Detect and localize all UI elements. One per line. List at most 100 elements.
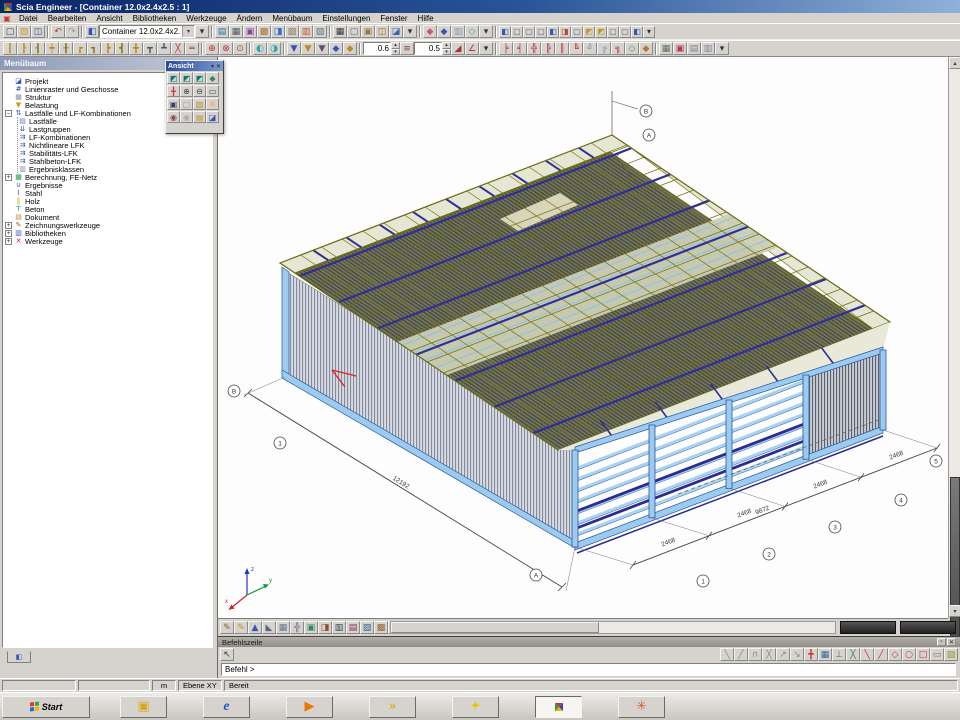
view-side-button[interactable]: ◩ (193, 72, 206, 84)
texture-view-button[interactable]: ▩ (374, 621, 388, 634)
gallery-button[interactable]: ▣ (361, 25, 375, 38)
print-data-button[interactable]: ▦ (229, 25, 243, 38)
mesh-view-button[interactable]: ╬ (290, 621, 304, 634)
light-button[interactable]: ☼ (206, 98, 219, 110)
redo-button[interactable]: ↷ (65, 25, 79, 38)
cut-button[interactable]: ◑ (267, 42, 281, 55)
close-panel-icon[interactable]: ✕ (947, 638, 956, 646)
snap-cross-button[interactable]: ╳ (762, 648, 776, 661)
palette-dropdown-icon[interactable]: ▾ (211, 63, 214, 70)
container-model[interactable]: 12192 2468 2468 2468 2468 9872 12345B1AB… (218, 57, 948, 618)
menu-menuebaum[interactable]: Menübaum (267, 14, 317, 23)
zoom-all-button[interactable]: ▣ (167, 98, 180, 110)
menu-fenster[interactable]: Fenster (375, 14, 412, 23)
new-button[interactable]: ▢ (3, 25, 17, 38)
collapse-icon[interactable]: − (5, 110, 12, 117)
taskbar-explorer-button[interactable]: ▣ (120, 696, 167, 718)
undo-button[interactable]: ↶ (51, 25, 65, 38)
load-display-7-button[interactable]: ╝ (583, 42, 597, 55)
pin-icon[interactable]: ▫ (937, 638, 946, 646)
snap-dir1-button[interactable]: ↗ (776, 648, 790, 661)
scroll-down-icon[interactable]: ▾ (949, 605, 960, 617)
combo-more-button[interactable]: ▾ (195, 25, 209, 38)
zoom-window-button[interactable]: ▭ (206, 85, 219, 97)
menu-tree-tab[interactable]: ◧ (7, 651, 31, 663)
taskbar-winamp-button[interactable]: ✦ (452, 696, 499, 718)
load-display-3-button[interactable]: ╬ (527, 42, 541, 55)
render-button[interactable]: ▨ (193, 98, 206, 110)
view-window-12-button[interactable]: ◧ (631, 26, 643, 38)
load-display-4-button[interactable]: ╠ (541, 42, 555, 55)
copy-button[interactable]: ◨ (271, 25, 285, 38)
level-button[interactable]: ▲ (248, 621, 262, 634)
load-display-5-button[interactable]: ║ (555, 42, 569, 55)
combo-dropdown-icon[interactable]: ▾ (182, 26, 194, 37)
grid-view-button[interactable]: ▦ (276, 621, 290, 634)
load-display-9-button[interactable]: ╗ (611, 42, 625, 55)
view-top-button[interactable]: ◩ (167, 72, 180, 84)
column-tool-button[interactable]: ┃ (3, 42, 17, 55)
open-button[interactable]: ▨ (17, 25, 31, 38)
angle-button[interactable]: ∠ (465, 42, 479, 55)
snap-line2-button[interactable]: ╱ (734, 648, 748, 661)
menu-bibliotheken[interactable]: Bibliotheken (128, 14, 182, 23)
grid-tool-button[interactable]: ╋ (129, 42, 143, 55)
print-button[interactable]: ▦ (333, 25, 347, 38)
view-window-2-button[interactable]: ▢ (511, 26, 523, 38)
menu-bearbeiten[interactable]: Bearbeiten (43, 14, 92, 23)
surface-load-button[interactable]: ▼ (315, 42, 329, 55)
corner2-tool-button[interactable]: ┓ (87, 42, 101, 55)
slab-tool-button[interactable]: ═ (185, 42, 199, 55)
taskbar-media-player-button[interactable]: ▶ (286, 696, 333, 718)
zoom-previous-button[interactable]: ▢ (180, 98, 193, 110)
scale-1-down-icon[interactable]: ▾ (391, 49, 400, 56)
snap-edge-button[interactable]: ▭ (930, 648, 944, 661)
taskbar-internet-explorer-button[interactable]: e (203, 696, 250, 718)
view-window-4-button[interactable]: ▢ (535, 26, 547, 38)
scale-2-down-icon[interactable]: ▾ (442, 49, 451, 56)
corner1-tool-button[interactable]: ┏ (73, 42, 87, 55)
view-window-5-button[interactable]: ◧ (547, 26, 559, 38)
slope-button[interactable]: ◣ (262, 621, 276, 634)
taskbar-commander-button[interactable]: » (369, 696, 416, 718)
snap-point-button[interactable]: ╋ (804, 648, 818, 661)
camera-button[interactable]: ◉ (167, 111, 180, 123)
hinge-button[interactable]: ⊗ (219, 42, 233, 55)
scale-2-input[interactable] (414, 42, 442, 55)
delete-tool-button[interactable]: ╳ (171, 42, 185, 55)
view-window-3-button[interactable]: ▢ (523, 26, 535, 38)
snap-box-button[interactable]: □ (916, 648, 930, 661)
ansicht-title[interactable]: Ansicht (168, 63, 194, 70)
mass-button[interactable]: ◆ (329, 42, 343, 55)
info-button[interactable]: ◇ (465, 25, 479, 38)
camera-off-button[interactable]: ◉ (180, 111, 193, 123)
temperature-button[interactable]: ◆ (343, 42, 357, 55)
start-button[interactable]: Start (2, 696, 90, 718)
palette-close-icon[interactable]: ✕ (216, 63, 221, 70)
load-display-10-button[interactable]: ◇ (625, 42, 639, 55)
taskbar-scia-button[interactable] (535, 696, 582, 718)
scale-spinner-1[interactable]: ▴▾ (363, 42, 400, 55)
load-display-1-button[interactable]: ╞ (499, 42, 513, 55)
menu-datei[interactable]: Datei (14, 14, 43, 23)
load-display-6-button[interactable]: ╚ (569, 42, 583, 55)
view-window-6-button[interactable]: ◨ (559, 26, 571, 38)
snap-mid-button[interactable]: ╱ (874, 648, 888, 661)
menu-einstellungen[interactable]: Einstellungen (317, 14, 375, 23)
scale-link-button[interactable]: ≡ (400, 42, 414, 55)
docked-window-button-1[interactable] (840, 621, 896, 634)
windows-more-button[interactable]: ▾ (643, 26, 655, 38)
print-more-button[interactable]: ▾ (403, 25, 417, 38)
view-window-11-button[interactable]: ▢ (619, 26, 631, 38)
bitmap-button[interactable]: ▥ (299, 25, 313, 38)
plate-tool-button[interactable]: ┳ (143, 42, 157, 55)
weld-button[interactable]: ◐ (253, 42, 267, 55)
load-display-8-button[interactable]: ╔ (597, 42, 611, 55)
activity-button[interactable]: ▤ (215, 25, 229, 38)
branch2-tool-button[interactable]: ┫ (115, 42, 129, 55)
project-combo-input[interactable] (100, 26, 182, 37)
menu-ansicht[interactable]: Ansicht (91, 14, 127, 23)
scale-more-button[interactable]: ▾ (479, 42, 493, 55)
menu-werkzeuge[interactable]: Werkzeuge (181, 14, 231, 23)
cross-tool-button[interactable]: ┿ (45, 42, 59, 55)
